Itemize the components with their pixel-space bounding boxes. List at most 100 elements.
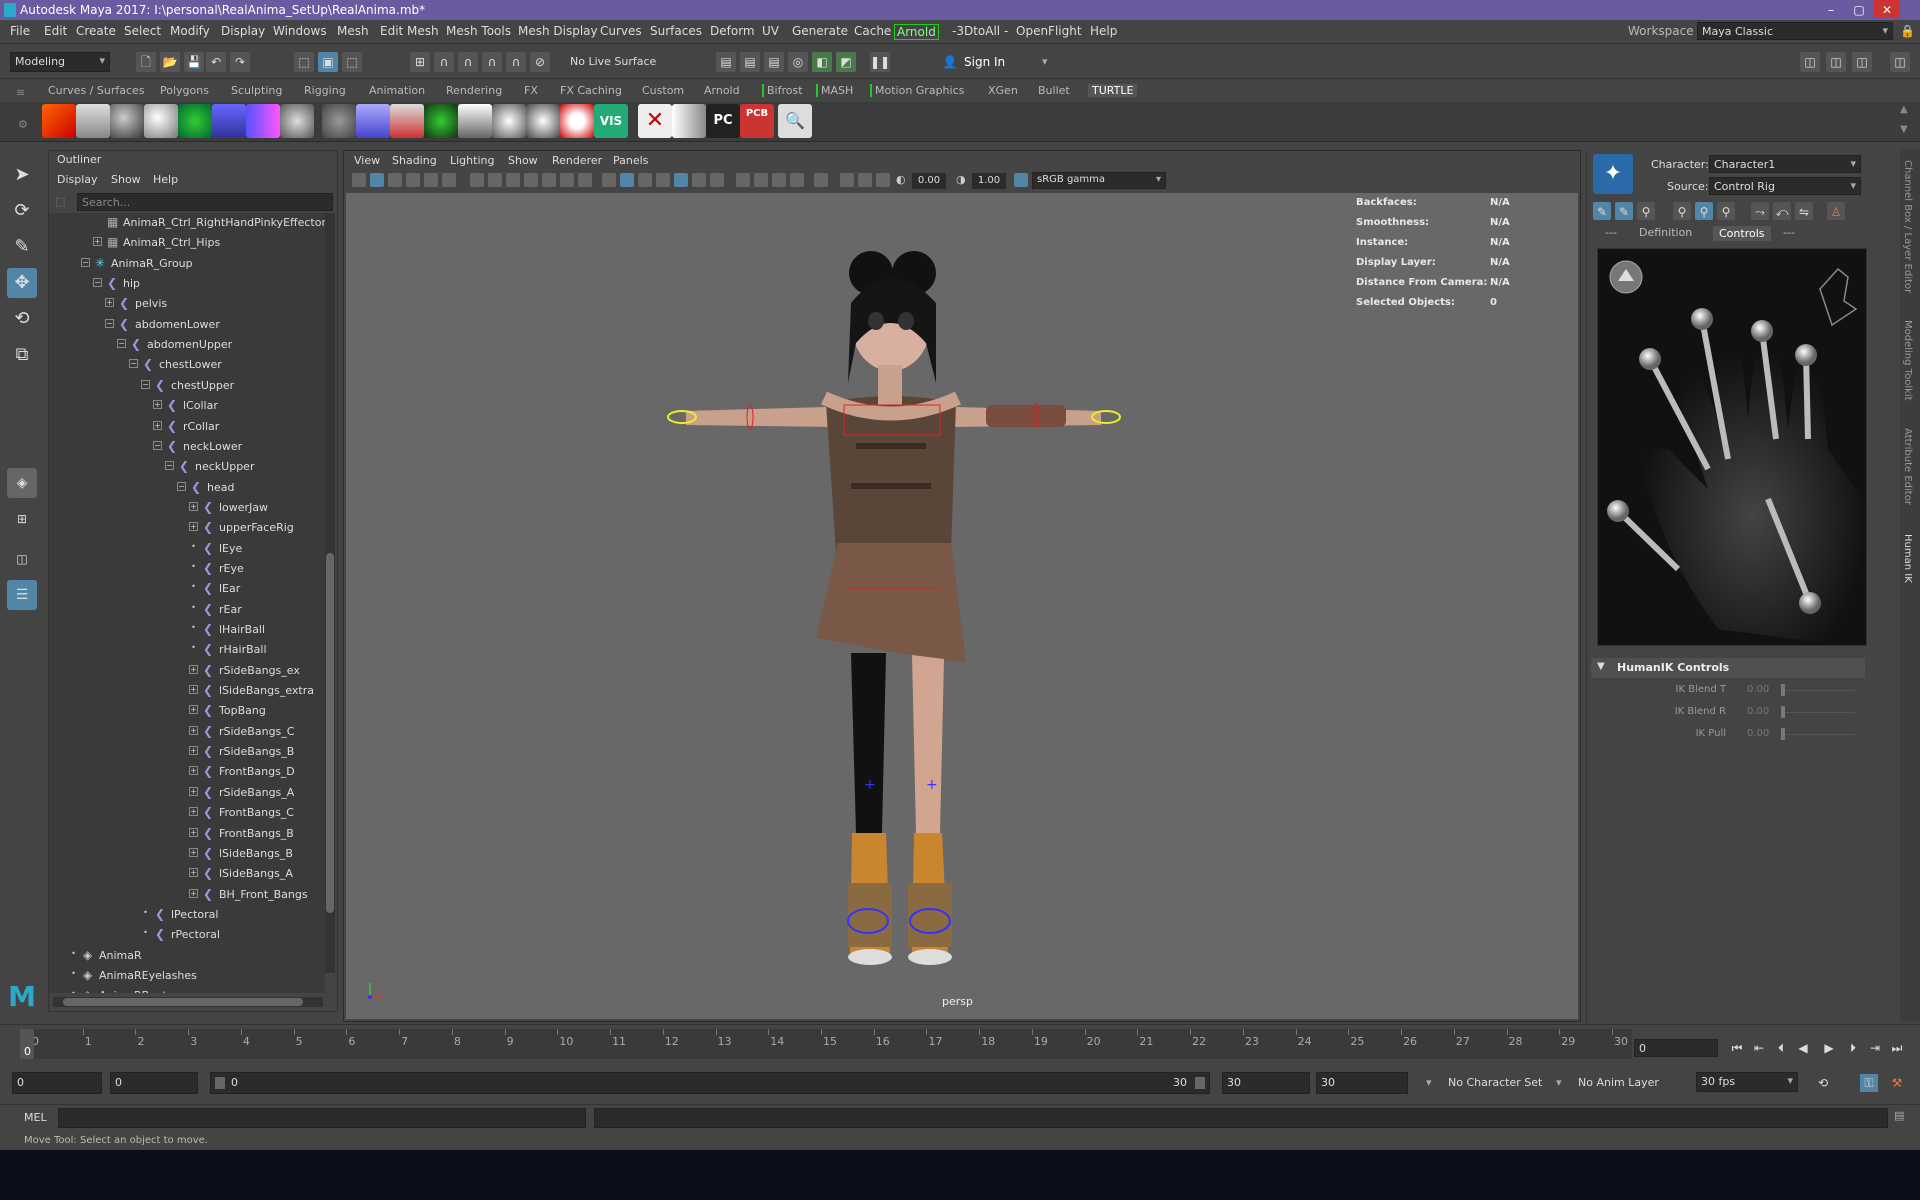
range-end-handle[interactable] bbox=[1195, 1077, 1205, 1089]
pinning-icon[interactable]: ⚲ bbox=[1717, 202, 1735, 220]
menu-surfaces[interactable]: Surfaces bbox=[650, 24, 702, 38]
menu-file[interactable]: File bbox=[10, 24, 30, 38]
wireframe-icon[interactable] bbox=[602, 173, 616, 187]
collapse-icon[interactable]: − bbox=[165, 461, 174, 471]
live-surface-label[interactable]: No Live Surface bbox=[570, 55, 656, 68]
expand-icon[interactable]: + bbox=[189, 705, 198, 715]
shelf-tab-bullet[interactable]: Bullet bbox=[1038, 84, 1070, 97]
outliner-row[interactable]: + ❮ rSideBangs_B bbox=[49, 742, 325, 762]
hypershade-icon[interactable]: ◧ bbox=[812, 52, 832, 72]
fps-dropdown[interactable]: 30 fps bbox=[1696, 1072, 1798, 1092]
select-component-icon[interactable]: ⬚ bbox=[342, 52, 362, 72]
redo-icon[interactable]: ↷ bbox=[230, 52, 250, 72]
menu-modify[interactable]: Modify bbox=[170, 24, 210, 38]
rotate-tool-icon[interactable]: ⟲ bbox=[7, 304, 37, 334]
outliner-row[interactable]: + ❮ TopBang bbox=[49, 701, 325, 721]
shelf-menu-icon[interactable]: ≡ bbox=[16, 86, 25, 99]
grease-pencil-icon[interactable] bbox=[424, 173, 438, 187]
pause-icon[interactable]: ❚❚ bbox=[870, 52, 890, 72]
menu-openflight[interactable]: OpenFlight bbox=[1016, 24, 1082, 38]
shelf-tab-sculpting[interactable]: Sculpting bbox=[231, 84, 282, 97]
depth-of-field-icon[interactable] bbox=[790, 173, 804, 187]
expand-icon[interactable]: + bbox=[153, 400, 162, 410]
expand-icon[interactable]: + bbox=[189, 664, 198, 674]
outliner-row[interactable]: + ❮ FrontBangs_B bbox=[49, 824, 325, 844]
outliner-row[interactable]: + ❮ BH_Front_Bangs bbox=[49, 885, 325, 905]
select-hierarchy-icon[interactable]: ⬚ bbox=[294, 52, 314, 72]
character-model[interactable]: + + bbox=[346, 193, 1578, 1019]
menu-display[interactable]: Display bbox=[221, 24, 265, 38]
save-scene-icon[interactable]: 💾 bbox=[184, 52, 204, 72]
loop-icon[interactable]: ⟲ bbox=[1814, 1074, 1832, 1092]
outliner-row[interactable]: + ❮ upperFaceRig bbox=[49, 518, 325, 538]
ik-blend-r-value[interactable]: 0.00 bbox=[1747, 706, 1769, 717]
pcb-icon[interactable]: PCB bbox=[740, 104, 774, 138]
menu-cache[interactable]: Cache bbox=[854, 24, 891, 38]
pc-icon[interactable]: PC bbox=[706, 104, 740, 138]
collapse-icon[interactable]: − bbox=[117, 339, 126, 349]
bake-red-icon[interactable] bbox=[390, 104, 424, 138]
smooth-shade-icon[interactable] bbox=[620, 173, 634, 187]
menu-set-dropdown[interactable]: Modeling bbox=[10, 52, 110, 72]
ik-blend-t-value[interactable]: 0.00 bbox=[1747, 684, 1769, 695]
outliner-row[interactable]: • ❮ rEar bbox=[49, 600, 325, 620]
select-object-icon[interactable]: ▣ bbox=[318, 52, 338, 72]
outliner-row[interactable]: + ❮ pelvis bbox=[49, 294, 325, 314]
search-icon[interactable]: 🔍 bbox=[778, 104, 812, 138]
ik-blend-r-track[interactable] bbox=[1783, 712, 1855, 713]
ik-pull-slider[interactable] bbox=[1781, 728, 1785, 740]
menu-create[interactable]: Create bbox=[76, 24, 116, 38]
mel-label[interactable]: MEL bbox=[24, 1111, 47, 1124]
outliner-row[interactable]: − ✳ AnimaR_Group bbox=[49, 254, 325, 274]
preferences-icon[interactable]: ⚒ bbox=[1888, 1074, 1906, 1092]
outliner-menu-display[interactable]: Display bbox=[57, 173, 98, 186]
outliner-row[interactable]: • ❮ lEye bbox=[49, 539, 325, 559]
resolution-gate-icon[interactable] bbox=[506, 173, 520, 187]
outliner-vertical-scrollbar[interactable] bbox=[325, 213, 335, 973]
shelf-tab-motion-graphics[interactable]: Motion Graphics bbox=[870, 84, 964, 97]
edit-ik-icon[interactable]: ✎ bbox=[1593, 202, 1611, 220]
menu-help[interactable]: Help bbox=[1090, 24, 1117, 38]
render-view-icon[interactable]: ◩ bbox=[836, 52, 856, 72]
bake-green-icon[interactable] bbox=[424, 104, 458, 138]
menu-mesh[interactable]: Mesh bbox=[337, 24, 369, 38]
move-tool-icon[interactable]: ✥ bbox=[7, 268, 37, 298]
snap-point-icon[interactable]: ∩ bbox=[458, 52, 478, 72]
menu-mesh-display[interactable]: Mesh Display bbox=[518, 24, 598, 38]
viewport-menu-shading[interactable]: Shading bbox=[392, 154, 437, 167]
expand-icon[interactable]: + bbox=[189, 807, 198, 817]
default-lighting-icon[interactable] bbox=[638, 173, 652, 187]
outliner-row[interactable]: • ❮ lEar bbox=[49, 579, 325, 599]
tab-human-ik[interactable]: Human IK bbox=[1902, 534, 1913, 583]
paint-select-tool-icon[interactable]: ✎ bbox=[7, 232, 37, 262]
expand-icon[interactable]: + bbox=[189, 501, 198, 511]
perspective-viewport[interactable]: Backfaces: N/A Smoothness: N/A Instance:… bbox=[346, 193, 1578, 1019]
toggle-channel-box-icon[interactable]: ◫ bbox=[1890, 52, 1910, 72]
body-part-icon[interactable]: ⚲ bbox=[1673, 202, 1691, 220]
ik-pull-value[interactable]: 0.00 bbox=[1747, 728, 1769, 739]
shelf-settings-icon[interactable]: ⚙ bbox=[18, 118, 28, 131]
play-backwards-icon[interactable]: ◀ bbox=[1794, 1039, 1812, 1057]
motion-blur-icon[interactable] bbox=[754, 173, 768, 187]
toggle-tool-settings-icon[interactable]: ◫ bbox=[1852, 52, 1872, 72]
humanik-controls-header[interactable]: ▼ HumanIK Controls bbox=[1591, 658, 1865, 678]
viewport-menu-renderer[interactable]: Renderer bbox=[552, 154, 602, 167]
shelf-tab-bifrost[interactable]: Bifrost bbox=[762, 84, 803, 97]
expand-icon[interactable]: + bbox=[153, 420, 162, 430]
outliner-row[interactable]: + ❮ rSideBangs_C bbox=[49, 722, 325, 742]
camera-select-icon[interactable] bbox=[352, 173, 366, 187]
time-slider-track[interactable]: 0 1 2 3 4 5 6 7 8 9 10 11 12 13 14 15 16 17 18 19 20 21 22 23 24… bbox=[20, 1029, 1632, 1059]
collapse-icon[interactable]: − bbox=[81, 257, 90, 267]
snap-curve-icon[interactable]: ∩ bbox=[434, 52, 454, 72]
shelf-tab-curves-surfaces[interactable]: Curves / Surfaces bbox=[48, 84, 145, 97]
undo-icon[interactable]: ↶ bbox=[206, 52, 226, 72]
command-input[interactable] bbox=[58, 1108, 586, 1128]
outliner-row[interactable]: − ❮ abdomenUpper bbox=[49, 335, 325, 355]
green-shader-icon[interactable] bbox=[178, 104, 212, 138]
collapse-icon[interactable]: − bbox=[153, 440, 162, 450]
shelf-tab-rigging[interactable]: Rigging bbox=[304, 84, 346, 97]
expand-icon[interactable]: + bbox=[105, 298, 114, 308]
script-editor-icon[interactable]: ▤ bbox=[1894, 1109, 1904, 1122]
vis-icon[interactable]: VIS bbox=[594, 104, 628, 138]
expand-icon[interactable]: + bbox=[189, 888, 198, 898]
